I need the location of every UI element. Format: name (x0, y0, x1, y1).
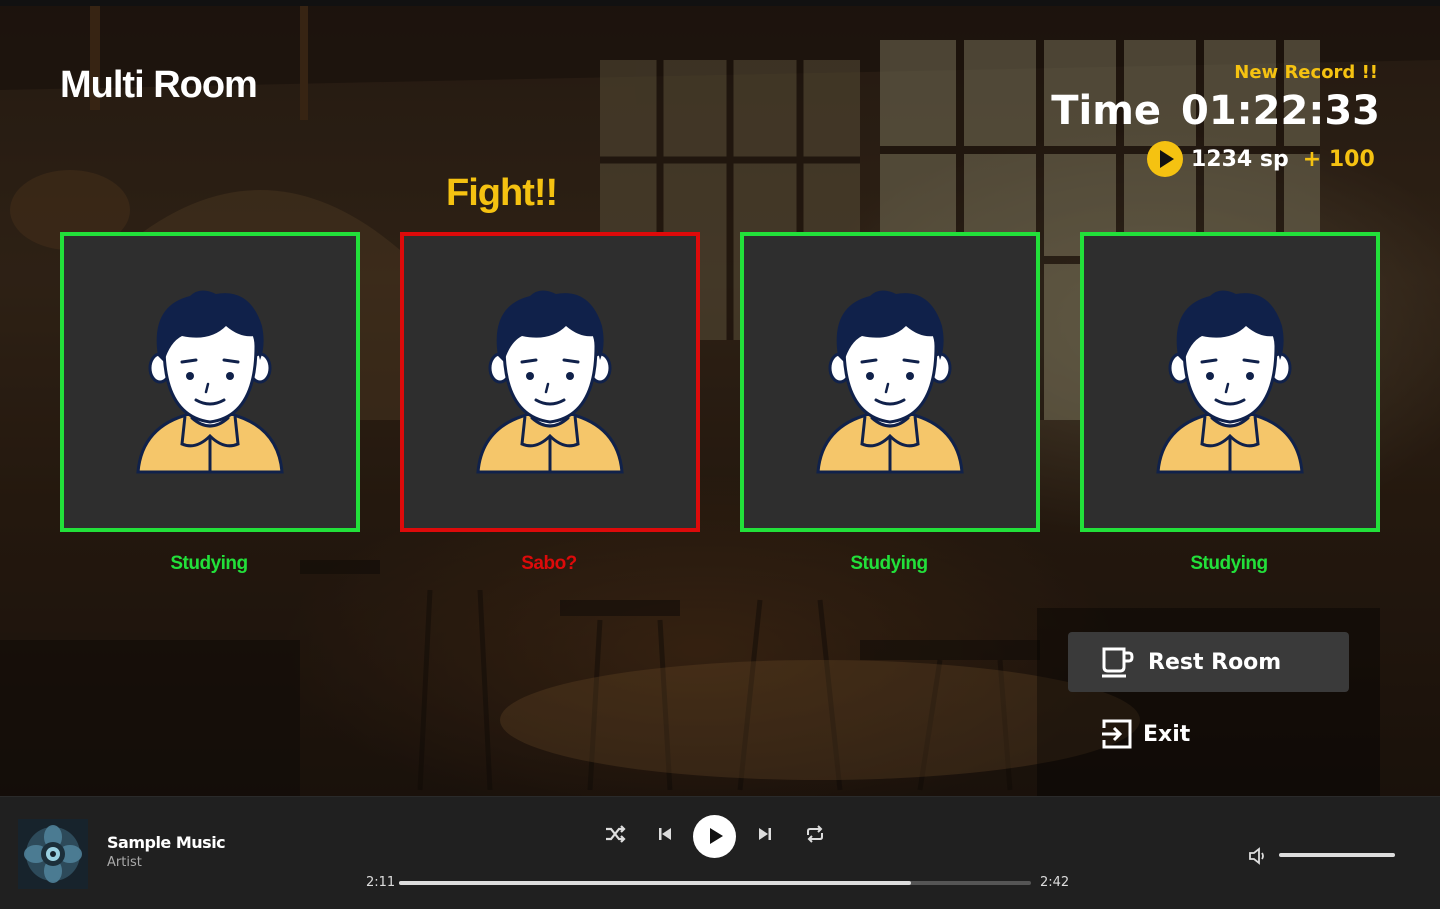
rest-room-label: Rest Room (1148, 649, 1282, 675)
progress-fill (399, 881, 911, 885)
rest-room-button[interactable]: Rest Room (1068, 632, 1349, 692)
member-status: Studying (170, 553, 248, 574)
member-card[interactable] (1080, 232, 1380, 532)
page-title: Multi Room (60, 64, 258, 106)
top-edge (0, 0, 1440, 6)
timer-label: Time (1051, 88, 1162, 134)
repeat-icon[interactable] (804, 823, 826, 845)
current-time: 2:11 (366, 875, 396, 890)
timer-value: 01:22:33 (1181, 88, 1380, 134)
exit-icon (1102, 719, 1132, 749)
member-card[interactable] (740, 232, 1040, 532)
member-status: Sabo? (521, 553, 577, 574)
previous-icon[interactable] (654, 823, 676, 845)
track-artist: Artist (107, 855, 142, 870)
points-display: 1234 sp + 100 (1147, 141, 1375, 177)
volume-slider[interactable] (1279, 853, 1395, 857)
coin-play-icon (1147, 141, 1183, 177)
avatar-icon (470, 286, 630, 476)
exit-button[interactable]: Exit (1100, 718, 1190, 750)
member-card[interactable] (400, 232, 700, 532)
member-status: Studying (1190, 553, 1268, 574)
avatar-icon (1150, 286, 1310, 476)
coffee-cup-icon (1102, 647, 1134, 678)
track-title: Sample Music (107, 833, 226, 852)
album-art (18, 819, 88, 889)
exit-label: Exit (1143, 721, 1191, 747)
total-time: 2:42 (1040, 875, 1070, 890)
playback-controls (600, 815, 830, 859)
member-card[interactable] (60, 232, 360, 532)
shuffle-icon[interactable] (604, 823, 626, 845)
progress-bar[interactable] (399, 881, 1031, 885)
member-status: Studying (850, 553, 928, 574)
volume-icon[interactable] (1247, 845, 1269, 867)
alert-text: Fight!! (446, 172, 558, 214)
music-player: Sample Music Artist 2:11 2:42 (0, 796, 1440, 909)
points-bonus: + 100 (1302, 146, 1375, 172)
avatar-icon (130, 286, 290, 476)
new-record-label: New Record !! (1234, 62, 1378, 83)
next-icon[interactable] (754, 823, 776, 845)
play-button[interactable] (693, 815, 736, 858)
study-timer: Time 01:22:33 (1051, 88, 1380, 134)
points-value: 1234 sp (1191, 146, 1289, 172)
avatar-icon (810, 286, 970, 476)
